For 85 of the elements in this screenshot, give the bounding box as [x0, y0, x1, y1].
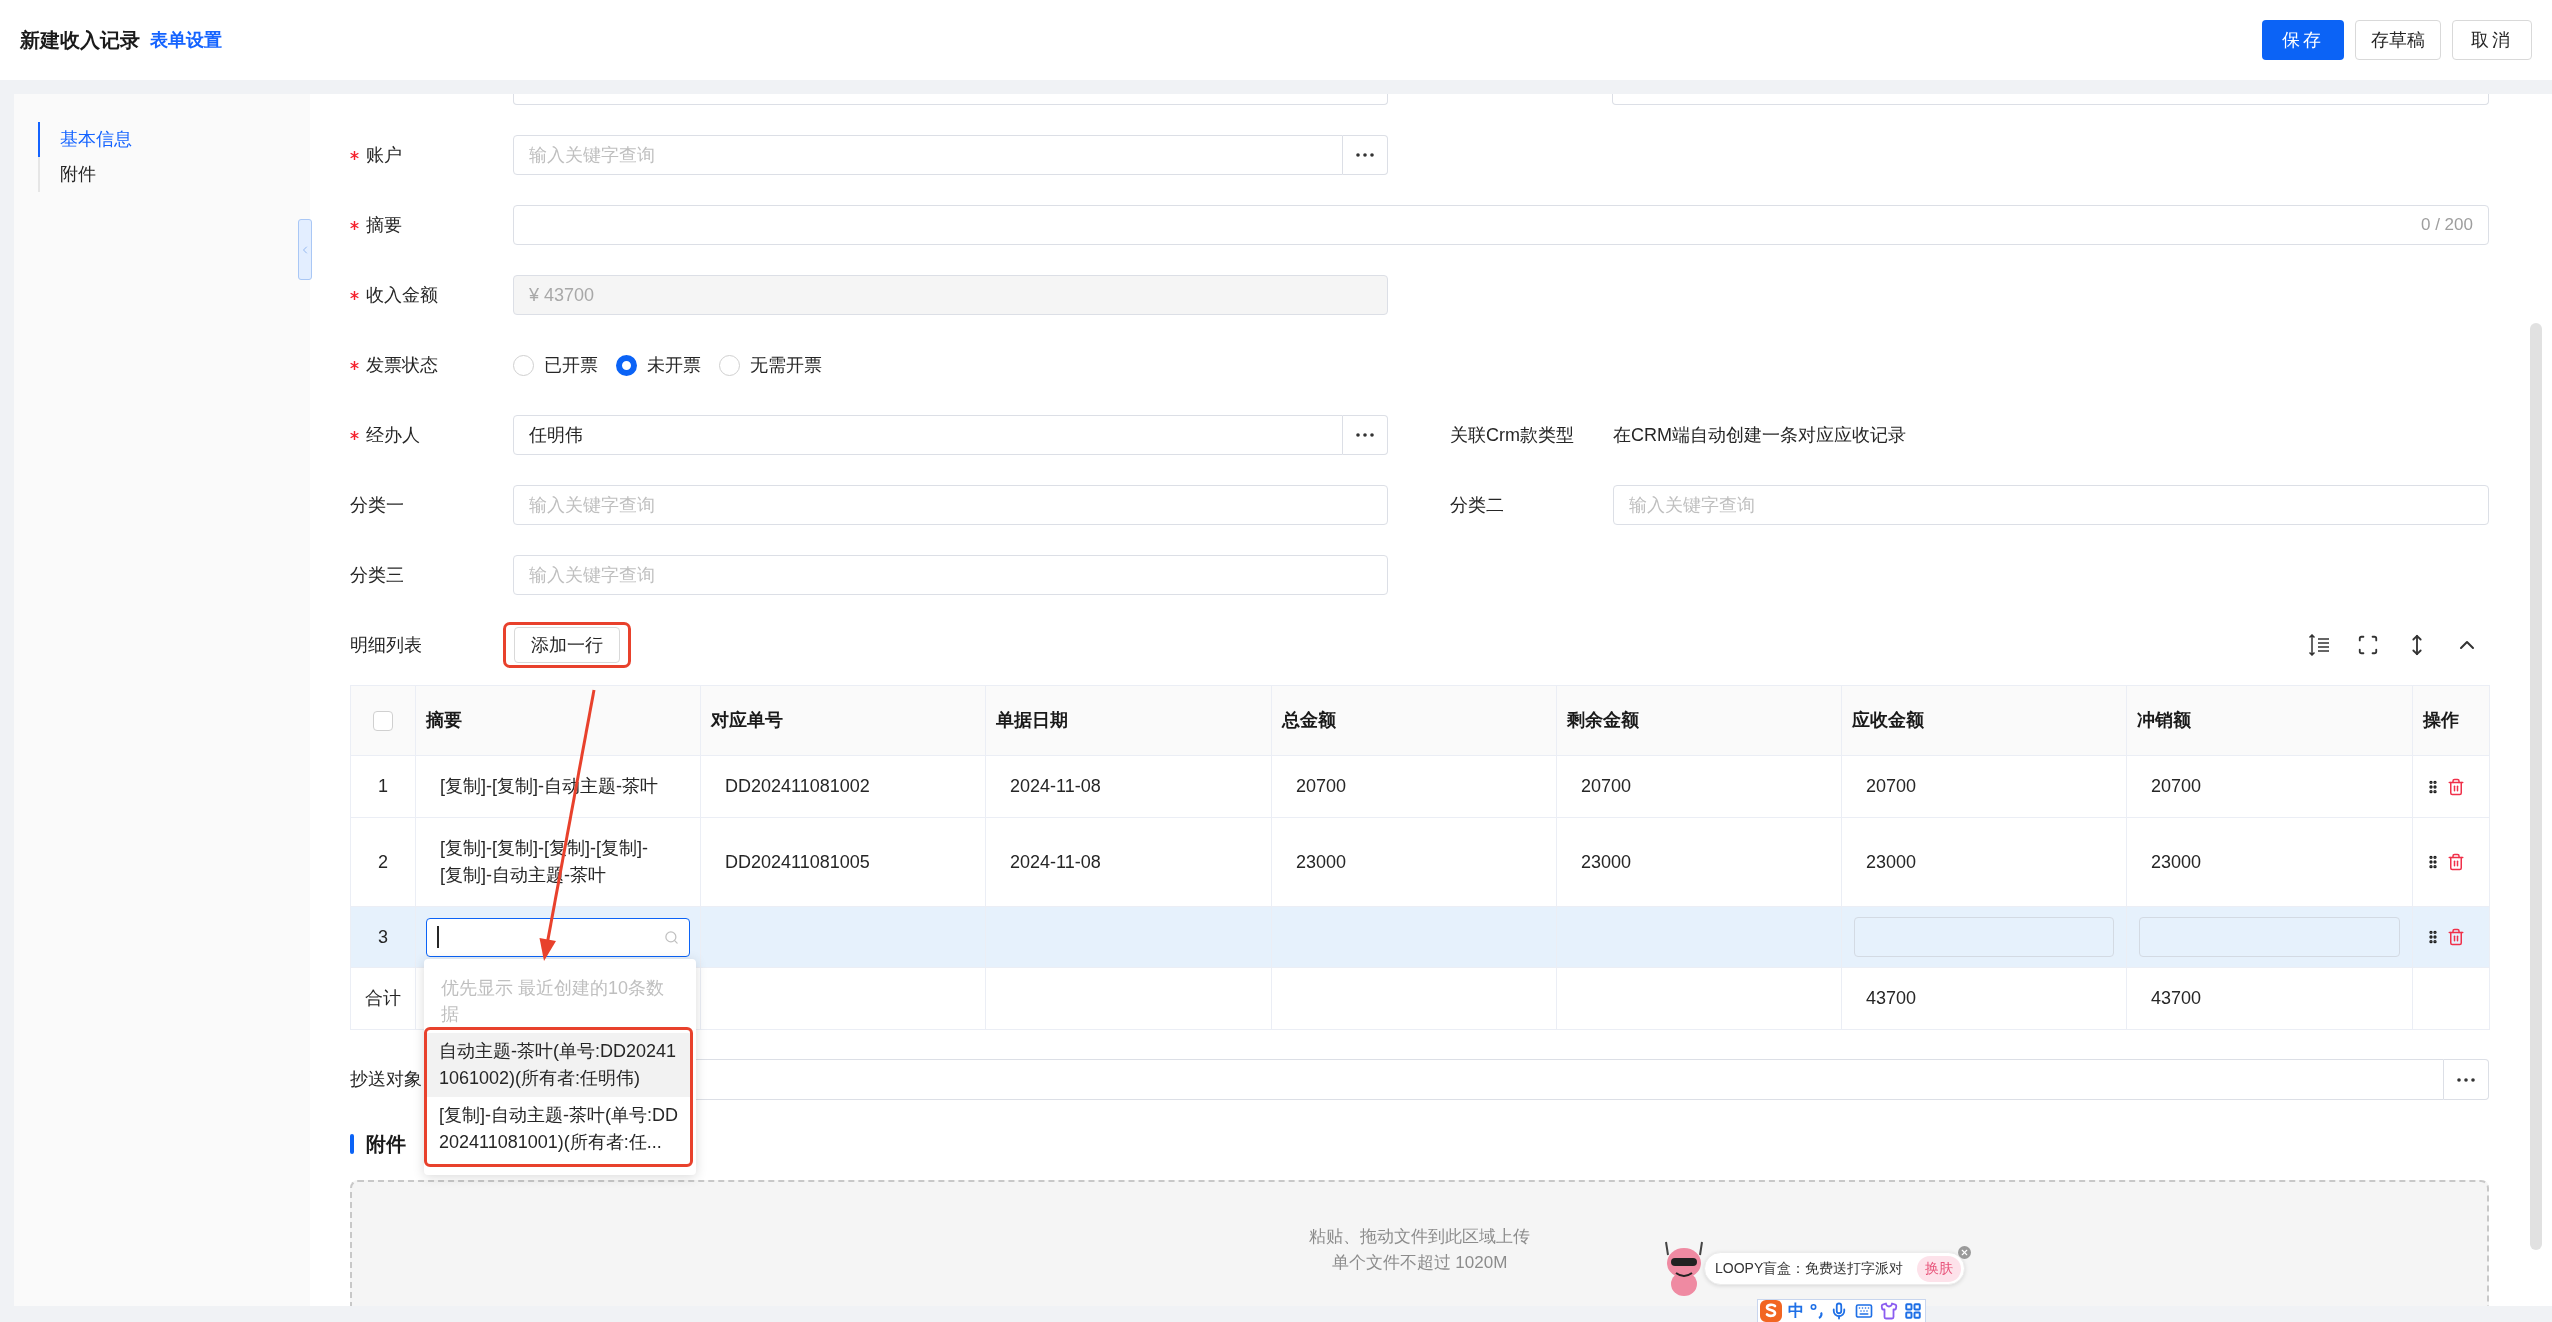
column-header: 应收金额: [1841, 685, 2127, 756]
trash-icon[interactable]: [2447, 776, 2465, 797]
logo-icon[interactable]: [1760, 1300, 1782, 1322]
table-cell: 2024-11-08: [985, 817, 1272, 907]
column-header: 摘要: [415, 685, 701, 756]
ellipsis-icon: [1356, 433, 1374, 437]
search-icon: [664, 929, 679, 945]
scrollbar-track[interactable]: [2529, 94, 2552, 1306]
select-all-checkbox[interactable]: [373, 710, 393, 731]
input-field[interactable]: [1854, 917, 2114, 957]
grid-icon[interactable]: [1904, 1302, 1922, 1320]
ellipsis-icon: [1356, 153, 1374, 157]
radio-option[interactable]: 无需开票: [719, 351, 822, 379]
character-counter: 0 / 200: [2421, 214, 2474, 237]
table-cell: 2024-11-08: [985, 755, 1272, 818]
table-cell: 43700: [1841, 967, 2127, 1030]
punctuation-icon[interactable]: [1810, 1303, 1824, 1319]
row-number: 2: [378, 851, 388, 872]
mascot-icon: [1664, 1241, 1704, 1296]
column-header: 冲销额: [2126, 685, 2413, 756]
ellipsis-icon: [2457, 1077, 2475, 1082]
collapse-handle[interactable]: [298, 219, 312, 280]
table-cell: 43700: [2126, 967, 2413, 1030]
add-row-button[interactable]: 添加一行: [514, 627, 620, 663]
radio-option[interactable]: 未开票: [616, 351, 701, 379]
field-label: 摘要: [366, 213, 402, 237]
field-value: 在CRM端自动创建一条对应应收记录: [1613, 423, 1906, 447]
dropdown-option[interactable]: 自动主题-茶叶(单号:DD202411061002)(所有者:任明伟): [427, 1033, 690, 1097]
promo-text: LOOPY盲盒：免费送打字派对: [1715, 1259, 1904, 1278]
page-title: 新建收入记录: [20, 28, 140, 53]
trash-icon[interactable]: [2447, 852, 2465, 872]
cancel-button[interactable]: 取消: [2452, 20, 2532, 60]
save-draft-button[interactable]: 存草稿: [2355, 20, 2441, 60]
column-header: 单据日期: [985, 685, 1272, 756]
field-label: 经办人: [366, 423, 420, 447]
input-field[interactable]: [513, 94, 1388, 105]
field-label: 分类二: [1450, 493, 1504, 517]
search-field[interactable]: [426, 917, 690, 957]
table-cell: 20700: [1271, 755, 1557, 818]
column-header: 剩余金额: [1556, 685, 1842, 756]
save-button[interactable]: 保存: [2262, 20, 2344, 60]
table-cell: 23000: [2126, 817, 2413, 907]
total-label: 合计: [365, 988, 401, 1008]
table-cell: 20700: [1556, 755, 1842, 818]
input-field[interactable]: [1612, 94, 2489, 105]
shirt-icon[interactable]: [1880, 1302, 1898, 1320]
row-number: 1: [378, 776, 388, 796]
field-label: 分类三: [350, 563, 404, 587]
keyboard-icon[interactable]: [1854, 1302, 1874, 1320]
section-title: 附件: [366, 1132, 406, 1157]
radio-option[interactable]: 已开票: [513, 351, 598, 379]
field-label: 分类一: [350, 493, 404, 517]
sidebar-item[interactable]: 附件: [38, 157, 310, 192]
column-header: 对应单号: [700, 685, 986, 756]
table-cell: DD202411081002: [700, 755, 986, 818]
fullscreen-icon[interactable]: [2357, 634, 2379, 656]
field-label: 发票状态: [366, 353, 438, 377]
text-cursor-icon: [437, 926, 439, 948]
lookup-field[interactable]: 任明伟: [513, 415, 1343, 455]
section-label: 明细列表: [350, 633, 423, 657]
section-marker-icon: [350, 1134, 354, 1154]
table-cell: DD202411081005: [700, 817, 986, 907]
table-cell: 23000: [1841, 817, 2127, 907]
input-field[interactable]: [2139, 917, 2400, 957]
scrollbar-thumb[interactable]: [2530, 323, 2542, 1250]
ime-mode-button[interactable]: 中: [1788, 1303, 1804, 1319]
dropzone-text: 单个文件不超过 1020M: [1331, 1252, 1508, 1274]
column-header: 操作: [2412, 685, 2490, 756]
lookup-field[interactable]: 输入关键字查询: [513, 135, 1343, 175]
row-height-icon[interactable]: [2308, 634, 2330, 656]
dropdown-hint: 优先显示 最近创建的10条数据: [440, 977, 666, 1026]
table-cell: 23000: [1556, 817, 1842, 907]
dropzone-text: 粘贴、拖动文件到此区域上传: [1309, 1226, 1530, 1248]
trash-icon[interactable]: [2447, 927, 2465, 947]
field-label: 关联Crm款类型: [1450, 423, 1574, 447]
field-label: 账户: [366, 143, 402, 167]
microphone-icon[interactable]: [1830, 1302, 1848, 1320]
field-label: 收入金额: [366, 283, 438, 307]
row-number: 3: [378, 926, 388, 947]
field-label: 抄送对象: [350, 1069, 422, 1089]
table-cell: 20700: [2126, 755, 2413, 818]
table-cell: 20700: [1841, 755, 2127, 818]
column-header: 总金额: [1271, 685, 1557, 756]
table-cell: 23000: [1271, 817, 1557, 907]
form-settings-link[interactable]: 表单设置: [150, 26, 222, 54]
